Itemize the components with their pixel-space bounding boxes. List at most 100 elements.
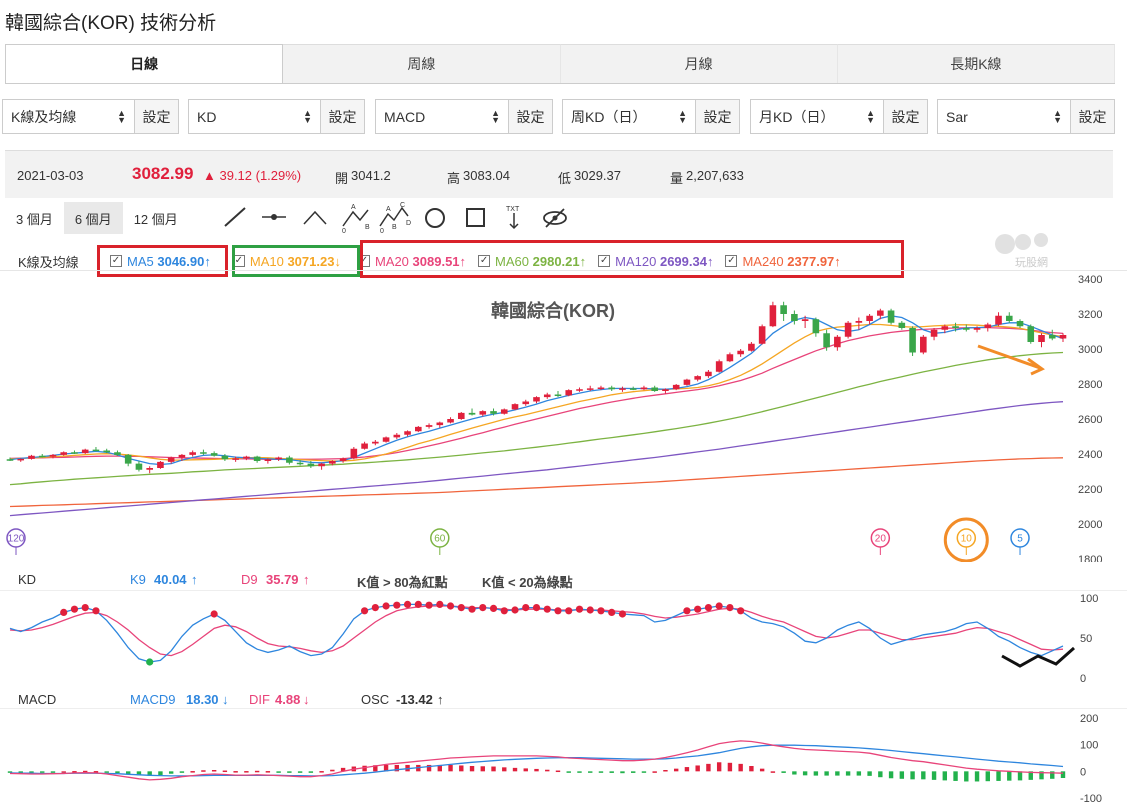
candle-body <box>920 336 927 353</box>
osc-bar <box>1007 771 1012 781</box>
osc-bar <box>233 771 238 773</box>
candle-body <box>350 448 358 459</box>
kd-select[interactable]: KD ▲ ▼ <box>188 99 321 134</box>
kd-red-dot <box>457 604 465 612</box>
candle-body <box>834 336 841 348</box>
quote-price: 3082.99 <box>132 164 194 183</box>
settings-button[interactable]: 設定 <box>321 99 365 134</box>
updown-arrow-icon: ▲ ▼ <box>1053 108 1062 125</box>
macd-select[interactable]: MACD ▲ ▼ <box>375 99 509 134</box>
candle-body <box>6 459 14 461</box>
osc-bar <box>931 771 937 780</box>
settings-button[interactable]: 設定 <box>1071 99 1115 134</box>
price-chart: 3400 3200 3000 2800 2600 2400 2200 2000 1800 韓國綜合… <box>0 270 1127 562</box>
range-buttons: 3 個月 6 個月 12 個月 <box>5 202 189 234</box>
candle-body <box>81 449 89 454</box>
osc-bar <box>684 767 690 772</box>
candle-body <box>533 397 540 402</box>
dif-line <box>9 740 1064 781</box>
kd-red-dot <box>70 605 79 613</box>
candle-body <box>382 437 390 442</box>
tab-daily[interactable]: 日線 <box>5 44 284 83</box>
y-tick-label: 2800 <box>1078 379 1102 391</box>
kd-note-red: K值 > 80為紅點 <box>357 575 448 590</box>
ma-marker-label: 120 <box>8 534 25 545</box>
abcd-pattern-icon[interactable]: A C 0 B D <box>379 202 411 234</box>
candle-body <box>329 461 336 464</box>
candle-body <box>479 411 487 415</box>
kd-red-dot <box>414 600 422 608</box>
candle-body <box>737 350 744 355</box>
triangle-tool-icon[interactable] <box>303 210 327 225</box>
macd9-arrow: ↓ <box>222 692 229 707</box>
candle-body <box>629 388 637 390</box>
weekly-kd-select[interactable]: 周KD（日） ▲ ▼ <box>562 99 696 134</box>
tab-long-term[interactable]: 長期K線 <box>837 44 1115 83</box>
settings-button[interactable]: 設定 <box>135 99 179 134</box>
indicator-group-1: K線及均線 ▲ ▼ 設定 <box>2 99 179 134</box>
osc-bar <box>491 766 496 772</box>
candle-body <box>705 371 712 377</box>
candle-body <box>318 463 325 467</box>
candle-body <box>855 321 863 323</box>
candle-body <box>812 319 820 334</box>
kd-y-tick-label: 50 <box>1080 633 1092 645</box>
osc-bar <box>254 770 260 773</box>
kline-ma-select[interactable]: K線及均線 ▲ ▼ <box>2 99 135 134</box>
range-12m-button[interactable]: 12 個月 <box>123 202 189 234</box>
osc-bar <box>308 771 314 773</box>
low-value: 3029.37 <box>574 168 621 183</box>
kd-label: KD <box>18 572 37 587</box>
settings-button[interactable]: 設定 <box>884 99 928 134</box>
annotation-arrow-orange <box>977 344 1041 370</box>
osc-bar <box>921 771 926 780</box>
kd-red-dot <box>468 605 476 613</box>
kd-red-dot <box>586 606 594 614</box>
tab-weekly[interactable]: 周線 <box>283 44 561 83</box>
osc-bar <box>598 771 604 773</box>
settings-button[interactable]: 設定 <box>509 99 553 134</box>
range-6m-button[interactable]: 6 個月 <box>63 202 123 234</box>
ma20-line <box>9 326 1064 460</box>
kd-red-dot <box>360 607 369 615</box>
candle-body <box>877 310 884 316</box>
rectangle-tool-icon[interactable] <box>466 208 485 227</box>
updown-arrow-icon: ▲ ▼ <box>303 108 312 125</box>
text-tool-icon[interactable]: TXT <box>506 206 520 230</box>
osc-bar <box>631 771 636 773</box>
candle-body <box>415 426 422 432</box>
sar-select[interactable]: Sar ▲ ▼ <box>937 99 1071 134</box>
osc-bar <box>566 771 571 773</box>
range-3m-button[interactable]: 3 個月 <box>5 202 64 234</box>
osc-bar <box>835 771 840 776</box>
candle-body <box>984 324 992 328</box>
k-line <box>9 603 1064 663</box>
indicator-group-5: 月KD（日） ▲ ▼ 設定 <box>750 99 928 134</box>
candle-body <box>780 305 787 314</box>
candle-body <box>167 457 175 462</box>
kd-red-dot <box>489 604 498 612</box>
tab-monthly[interactable]: 月線 <box>560 44 838 83</box>
horizontal-line-tool-icon[interactable] <box>262 214 286 220</box>
candle-body <box>866 315 873 321</box>
hide-eye-icon[interactable] <box>543 208 567 228</box>
circle-tool-icon[interactable] <box>425 208 445 228</box>
candle-body <box>694 376 701 380</box>
page-title: 韓國綜合(KOR) 技術分析 <box>5 13 217 34</box>
settings-button[interactable]: 設定 <box>696 99 740 134</box>
candle-body <box>887 310 895 323</box>
osc-bar <box>695 765 700 772</box>
osc-bar <box>534 768 539 772</box>
candle-body <box>597 387 605 389</box>
ma-marker-label: 5 <box>1017 534 1023 545</box>
candle-body <box>307 463 315 467</box>
select-value: Sar <box>946 108 968 125</box>
candle-body <box>715 361 723 372</box>
osc-bar <box>867 771 872 776</box>
monthly-kd-select[interactable]: 月KD（日） ▲ ▼ <box>750 99 884 134</box>
kd-red-dot <box>683 607 691 615</box>
line-tool-icon[interactable] <box>224 207 246 227</box>
abc-pattern-icon[interactable]: A 0 B <box>342 204 370 234</box>
candle-body <box>586 388 594 390</box>
osc-bar <box>673 768 679 772</box>
